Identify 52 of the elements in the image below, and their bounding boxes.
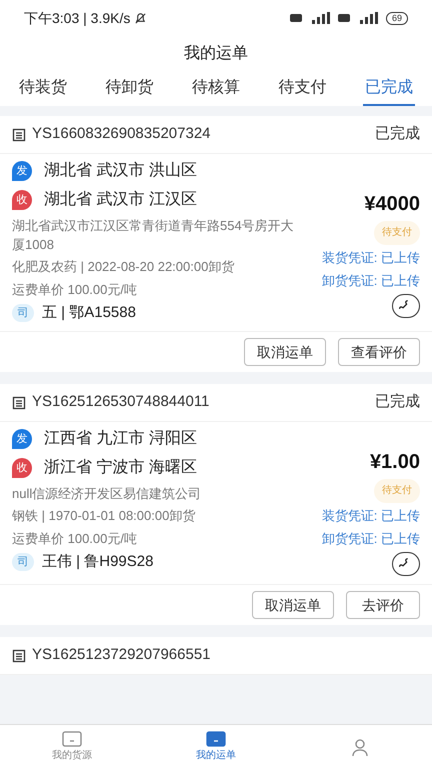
driver-badge: 司: [12, 553, 34, 571]
driver-info: 五 | 鄂A15588: [42, 303, 136, 323]
battery-level: 69: [386, 12, 408, 24]
document-icon: [12, 648, 26, 662]
receiver-badge: 收: [12, 190, 32, 210]
document-icon: [12, 128, 26, 142]
bottom-nav-item[interactable]: 我的运单: [144, 725, 288, 768]
order-number: YS1625126530748844011: [32, 392, 210, 412]
order-number: YS1660832690835207324: [32, 124, 211, 144]
driver-info: 王伟 | 鲁H99S28: [42, 552, 154, 572]
sender-badge: 发: [12, 429, 32, 449]
unload-proof-status: 卸货凭证: 已上传: [322, 530, 420, 548]
action-button[interactable]: 取消运单: [252, 591, 334, 619]
origin-location: 湖北省 武汉市 洪山区: [44, 161, 197, 181]
freight-price: ¥1.00: [370, 452, 420, 472]
load-proof-status: 装货凭证: 已上传: [322, 507, 420, 525]
address-text: null信源经济开发区易信建筑公司: [12, 485, 202, 503]
muted-bell-icon: [134, 12, 148, 24]
order-status: 已完成: [375, 392, 420, 412]
order-status: 已完成: [375, 124, 420, 144]
tab[interactable]: 已完成: [362, 72, 415, 106]
tab[interactable]: 待装货: [17, 72, 70, 106]
tab[interactable]: 待卸货: [104, 72, 156, 106]
action-button[interactable]: 去评价: [346, 591, 420, 619]
bottom-nav-item[interactable]: 我的货源: [0, 725, 144, 768]
cargo-info: 化肥及农药 | 2022-08-20 22:00:00卸货: [12, 258, 236, 276]
action-button[interactable]: 取消运单: [244, 338, 326, 366]
payment-tag: 待支付: [374, 221, 420, 245]
phone-call-button[interactable]: [392, 294, 420, 318]
person-icon: [350, 736, 370, 756]
freight-price: ¥4000: [364, 194, 420, 214]
sender-badge: 发: [12, 161, 32, 181]
origin-location: 江西省 九江市 浔阳区: [44, 429, 197, 449]
page-title: 我的运单: [183, 44, 249, 64]
tab[interactable]: 待支付: [276, 72, 328, 106]
status-time: 下午3:03 | 3.9K/s: [24, 8, 130, 28]
action-button[interactable]: 查看评价: [338, 338, 420, 366]
tab[interactable]: 待核算: [190, 72, 242, 106]
cargo-info: 钢铁 | 1970-01-01 08:00:00卸货: [12, 507, 196, 525]
order-number: YS1625123729207966551: [32, 645, 211, 666]
destination-location: 湖北省 武汉市 江汉区: [44, 190, 197, 210]
unit-price: 运费单价 100.00元/吨: [12, 530, 138, 548]
phone-call-button[interactable]: [392, 552, 420, 576]
unload-proof-status: 卸货凭证: 已上传: [322, 272, 420, 290]
driver-badge: 司: [12, 304, 34, 322]
payment-tag: 待支付: [374, 479, 420, 503]
address-text: 湖北省武汉市江汉区常青街道青年路554号房开大厦1008: [12, 217, 295, 254]
load-proof-status: 装货凭证: 已上传: [322, 249, 420, 267]
destination-location: 浙江省 宁波市 海曙区: [44, 458, 197, 478]
unit-price: 运费单价 100.00元/吨: [12, 281, 138, 299]
document-icon: [12, 396, 26, 410]
receiver-badge: 收: [12, 458, 32, 478]
